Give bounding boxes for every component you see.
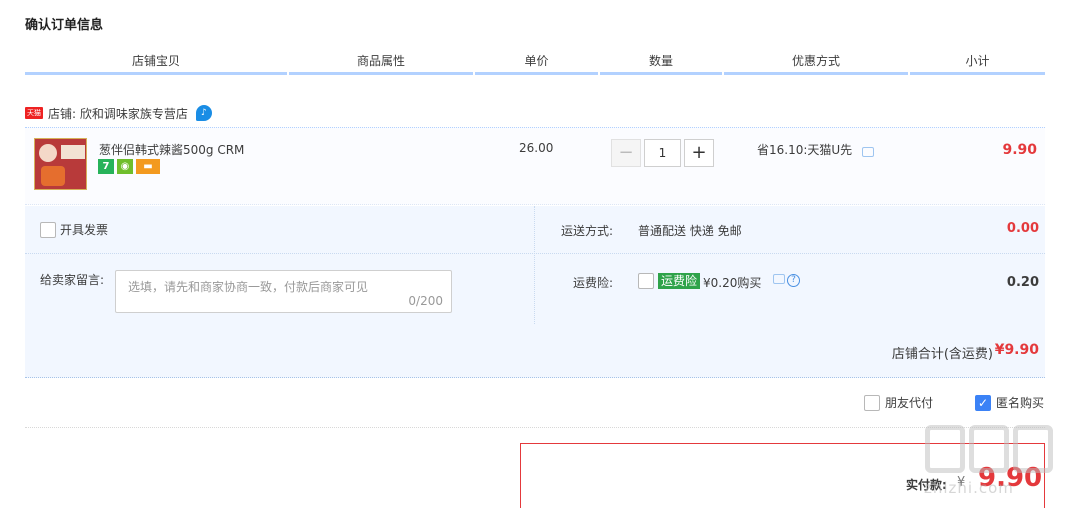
shipping-label: 运送方式:: [561, 224, 614, 238]
product-thumbnail[interactable]: [34, 138, 87, 190]
column-header-shop-item: 店铺宝贝: [131, 54, 180, 68]
quantity-input[interactable]: 1: [644, 139, 681, 167]
insurance-label: 运费险:: [573, 276, 614, 290]
shop-info: 天猫 店铺: 欣和调味家族专营店 ♪: [25, 103, 212, 123]
discount-text: 省16.10:天猫U先: [757, 143, 853, 157]
insurance-price: ¥0.20购买: [703, 276, 762, 290]
product-name-link[interactable]: 葱伴侣韩式辣酱500g CRM: [99, 141, 244, 158]
payment-summary: 实付款: ¥ 9.90: [520, 443, 1045, 508]
seller-message-input[interactable]: 选填，请先和商家协商一致，付款后商家可见 0/200: [115, 270, 452, 313]
header-underline: [25, 72, 287, 75]
payment-options: 朋友代付 ✓ 匿名购买: [25, 378, 1045, 428]
anonymous-checkbox[interactable]: ✓: [974, 394, 991, 411]
shop-total-row: 店铺合计(含运费) ¥9.90: [25, 324, 1045, 378]
discount-info: 省16.10:天猫U先: [757, 141, 875, 158]
header-underline: [600, 72, 722, 75]
header-underline: [475, 72, 598, 75]
shop-total-label: 店铺合计(含运费): [891, 347, 993, 362]
credit-card-icon[interactable]: ▬: [136, 159, 160, 174]
insurance-fee: 0.20: [1006, 275, 1039, 290]
friend-pay-label: 朋友代付: [884, 396, 933, 410]
payment-currency: ¥: [957, 475, 966, 490]
invoice-option[interactable]: 开具发票: [40, 221, 108, 238]
insurance-checkbox[interactable]: [638, 273, 654, 289]
header-underline: [910, 72, 1045, 75]
page-title: 确认订单信息: [25, 18, 104, 33]
column-header-attributes: 商品属性: [356, 54, 405, 68]
invoice-label: 开具发票: [60, 223, 109, 237]
divider: [534, 206, 535, 324]
payment-label: 实付款:: [906, 478, 947, 492]
friend-pay-option[interactable]: 朋友代付: [863, 394, 933, 411]
order-item-row: 葱伴侣韩式辣酱500g CRM 7 ◉ ▬ 26.00 − 1 + 省16.10…: [25, 127, 1045, 205]
divider: [25, 253, 1045, 254]
comment-icon[interactable]: [862, 147, 875, 157]
header-underline: [724, 72, 908, 75]
quantity-decrease-button[interactable]: −: [611, 139, 641, 167]
order-table-header: 店铺宝贝 商品属性 单价 数量 优惠方式 小计: [25, 50, 1045, 76]
payment-amount: 9.90: [978, 463, 1043, 493]
shipping-method: 普通配送 快递 免邮: [638, 224, 742, 238]
quantity-increase-button[interactable]: +: [684, 139, 714, 167]
quantity-stepper: − 1 +: [611, 139, 714, 167]
unit-price: 26.00: [519, 141, 554, 155]
service-badges: 7 ◉ ▬: [98, 159, 160, 174]
seven-day-return-icon[interactable]: 7: [98, 159, 114, 174]
comment-icon[interactable]: [773, 274, 785, 284]
anonymous-label: 匿名购买: [995, 396, 1044, 410]
invoice-checkbox[interactable]: [40, 221, 56, 238]
friend-pay-checkbox[interactable]: [863, 394, 880, 411]
chat-seller-icon[interactable]: ♪: [195, 105, 212, 121]
order-options-panel: 开具发票 运送方式: 普通配送 快递 免邮 0.00 给卖家留言: 选填，请先和…: [25, 206, 1045, 324]
column-header-unit-price: 单价: [524, 54, 549, 68]
item-subtotal: 9.90: [1002, 142, 1037, 158]
anonymous-purchase-option[interactable]: ✓ 匿名购买: [974, 394, 1044, 411]
shop-total-value: ¥9.90: [994, 342, 1039, 358]
tmall-logo-icon: 天猫: [25, 107, 43, 119]
guarantee-icon[interactable]: ◉: [117, 159, 133, 174]
shop-name-link[interactable]: 店铺: 欣和调味家族专营店: [48, 105, 188, 122]
character-counter: 0/200: [408, 294, 443, 308]
column-header-subtotal: 小计: [965, 54, 990, 68]
column-header-discount: 优惠方式: [791, 54, 840, 68]
shipping-fee: 0.00: [1006, 221, 1039, 236]
insurance-help: ?: [773, 274, 800, 287]
question-icon[interactable]: ?: [787, 274, 800, 287]
column-header-quantity: 数量: [648, 54, 673, 68]
insurance-tag: 运费险: [658, 273, 701, 289]
header-underline: [289, 72, 473, 75]
seller-message-label: 给卖家留言:: [40, 273, 105, 287]
seller-message-placeholder: 选填，请先和商家协商一致，付款后商家可见: [128, 280, 369, 294]
